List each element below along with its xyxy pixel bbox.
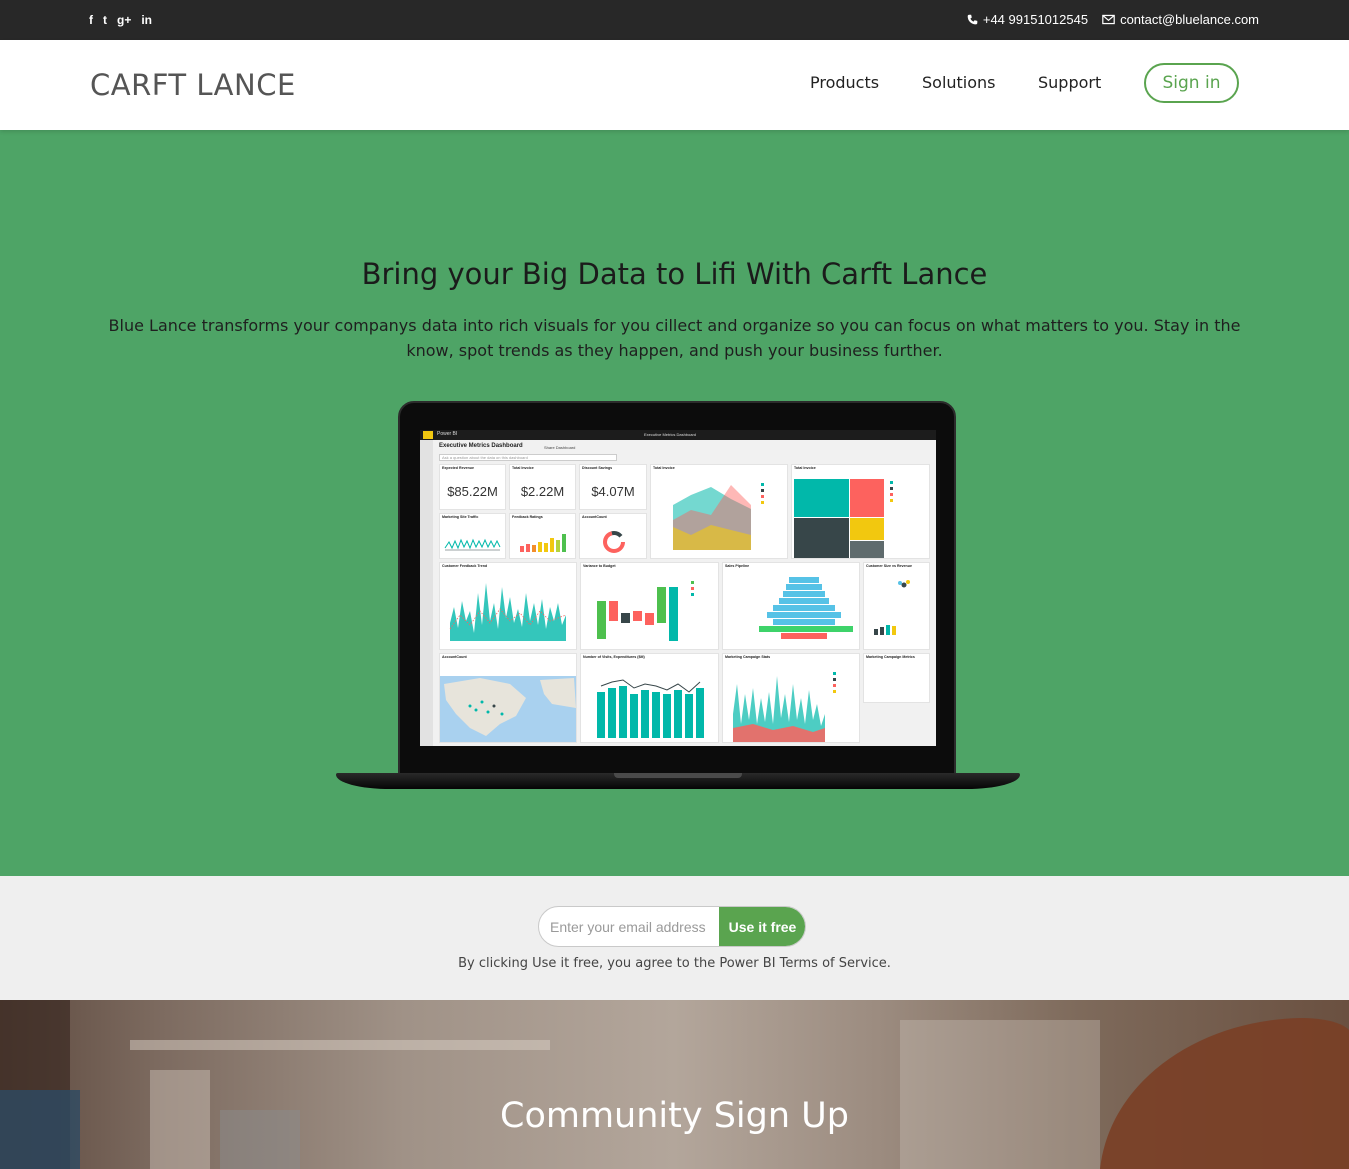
tile-title: Expected Revenue bbox=[442, 466, 474, 470]
metrics-tile: Marketing Campaign Metrics bbox=[863, 653, 930, 703]
nav-support[interactable]: Support bbox=[1038, 73, 1101, 92]
line-chart-tile: Marketing Site Traffic bbox=[439, 513, 506, 559]
area-chart-tile: Total Invoice bbox=[650, 464, 788, 559]
main-nav: CARFT LANCE Products Solutions Support S… bbox=[0, 40, 1349, 130]
google-plus-icon[interactable]: g+ bbox=[117, 12, 131, 28]
combo-chart-tile: Number of Visits, Expenditures ($M) bbox=[580, 653, 719, 743]
funnel-chart-graphic bbox=[759, 577, 853, 639]
nav-solutions[interactable]: Solutions bbox=[922, 73, 996, 92]
waterfall-chart-graphic bbox=[597, 581, 694, 641]
kpi-value: $4.07M bbox=[591, 484, 635, 499]
dashboard-heading: Executive Metrics Dashboard bbox=[439, 443, 523, 449]
kpi-value: $2.22M bbox=[520, 484, 565, 499]
twitter-icon[interactable]: t bbox=[103, 12, 107, 28]
campaign-chart-tile: Marketing Campaign Stats bbox=[722, 653, 860, 743]
kpi-tile: Expected Revenue $85.22M bbox=[439, 464, 506, 510]
tile-title: Marketing Campaign Metrics bbox=[866, 655, 915, 659]
hero-title: Bring your Big Data to Lifi With Carft L… bbox=[361, 257, 988, 291]
map-graphic bbox=[440, 676, 576, 742]
background-photo bbox=[0, 1000, 1349, 1169]
kpi-value: $85.22M bbox=[447, 484, 498, 499]
use-it-free-button[interactable]: Use it free bbox=[719, 907, 805, 946]
scatter-chart-tile: Customer Size vs Revenue bbox=[863, 562, 930, 650]
community-section: Community Sign Up bbox=[0, 1000, 1349, 1169]
laptop-illustration: Power BI Executive Metrics Dashboard Exe… bbox=[336, 401, 1020, 791]
social-links: f t g+ in bbox=[89, 12, 152, 28]
combo-chart-graphic bbox=[597, 679, 704, 738]
line-chart-tile: Customer Feedback Trend bbox=[439, 562, 577, 650]
envelope-icon bbox=[1102, 14, 1115, 25]
line-chart-graphic bbox=[444, 538, 501, 551]
email-signup-form: Use it free bbox=[538, 906, 806, 947]
email-link[interactable]: contact@bluelance.com bbox=[1102, 12, 1259, 27]
community-title: Community Sign Up bbox=[500, 1096, 849, 1136]
share-dashboard: Share Dashboard bbox=[544, 445, 576, 450]
map-tile: AccountCount bbox=[439, 653, 577, 743]
phone-number: +44 99151012545 bbox=[982, 12, 1089, 27]
app-name: Power BI bbox=[437, 431, 458, 437]
area-chart-graphic bbox=[673, 483, 764, 550]
qa-box: Ask a question about the data on this da… bbox=[439, 454, 617, 461]
sign-in-button[interactable]: Sign in bbox=[1144, 63, 1239, 103]
linkedin-icon[interactable]: in bbox=[141, 12, 152, 28]
waterfall-chart-tile: Variance to Budget bbox=[580, 562, 719, 650]
dashboard-sidebar bbox=[420, 440, 433, 746]
donut-chart-graphic bbox=[603, 531, 625, 553]
power-bi-logo bbox=[423, 431, 433, 439]
top-bar: f t g+ in +44 99151012545 contact@bluela… bbox=[0, 0, 1349, 40]
email-address: contact@bluelance.com bbox=[1120, 12, 1259, 27]
bar-chart-graphic bbox=[520, 534, 566, 552]
kpi-tile: Discount Savings $4.07M bbox=[579, 464, 647, 510]
hero-section: Bring your Big Data to Lifi With Carft L… bbox=[0, 130, 1349, 876]
laptop-lid: Power BI Executive Metrics Dashboard Exe… bbox=[398, 401, 956, 777]
nav-products[interactable]: Products bbox=[810, 73, 879, 92]
phone-icon bbox=[967, 14, 978, 25]
email-input[interactable] bbox=[539, 907, 719, 946]
laptop-notch bbox=[614, 773, 742, 778]
tile-title: Discount Savings bbox=[582, 466, 613, 470]
kpi-tile: Total Invoice $2.22M bbox=[509, 464, 576, 510]
treemap-graphic bbox=[794, 479, 893, 558]
email-signup-section: Use it free By clicking Use it free, you… bbox=[0, 876, 1349, 1000]
dashboard-topbar: Power BI Executive Metrics Dashboard bbox=[420, 430, 936, 440]
treemap-tile: Total Invoice bbox=[791, 464, 930, 559]
funnel-chart-tile: Sales Pipeline bbox=[722, 562, 860, 650]
contact-info: +44 99151012545 contact@bluelance.com bbox=[967, 12, 1259, 27]
logo[interactable]: CARFT LANCE bbox=[90, 68, 296, 102]
bar-chart-tile: Feedback Ratings bbox=[509, 513, 576, 559]
window-title: Executive Metrics Dashboard bbox=[644, 432, 697, 437]
donut-chart-tile: AccountCount bbox=[579, 513, 647, 559]
terms-text: By clicking Use it free, you agree to th… bbox=[458, 956, 891, 971]
scatter-chart-graphic bbox=[874, 580, 910, 635]
facebook-icon[interactable]: f bbox=[89, 12, 93, 28]
phone-link[interactable]: +44 99151012545 bbox=[967, 12, 1088, 27]
campaign-chart-graphic bbox=[733, 672, 836, 742]
dashboard-screenshot: Power BI Executive Metrics Dashboard Exe… bbox=[420, 430, 936, 746]
hero-description: Blue Lance transforms your companys data… bbox=[108, 316, 1241, 360]
tile-title: Total Invoice bbox=[512, 466, 534, 470]
trend-chart-graphic bbox=[449, 583, 567, 641]
